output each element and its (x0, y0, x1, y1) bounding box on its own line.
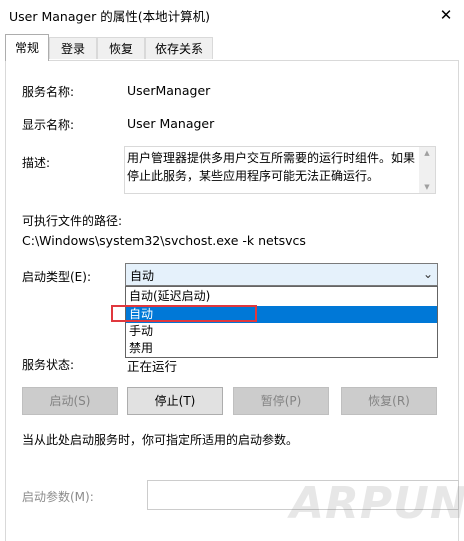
option-auto-delayed[interactable]: 自动(延迟启动) (126, 288, 437, 305)
scroll-up-icon[interactable]: ▲ (419, 147, 435, 159)
start-params-label: 启动参数(M): (22, 490, 94, 504)
display-name-value: User Manager (127, 116, 215, 131)
pause-button[interactable]: 暂停(P) (233, 387, 329, 415)
tab-recovery[interactable]: 恢复 (97, 37, 145, 59)
chevron-down-icon[interactable]: ⌄ (420, 265, 436, 283)
annotation-highlight-box (111, 305, 257, 322)
service-name-value: UserManager (127, 83, 211, 98)
startup-type-dropdown[interactable]: 自动(延迟启动) 自动 手动 禁用 (125, 286, 438, 358)
path-label: 可执行文件的路径: (22, 214, 123, 228)
resume-button[interactable]: 恢复(R) (341, 387, 437, 415)
service-status-label: 服务状态: (22, 358, 75, 372)
description-label: 描述: (22, 156, 51, 170)
path-value: C:\Windows\system32\svchost.exe -k netsv… (22, 233, 306, 248)
display-name-label: 显示名称: (22, 118, 75, 132)
startup-type-selected: 自动 (130, 269, 155, 283)
window-title: User Manager 的属性(本地计算机) (9, 9, 210, 24)
service-name-label: 服务名称: (22, 85, 75, 99)
option-manual[interactable]: 手动 (126, 323, 437, 340)
tab-general[interactable]: 常规 (5, 34, 49, 61)
watermark: ARPUN.COM (290, 478, 464, 529)
close-button[interactable]: ✕ (428, 0, 464, 30)
tab-dependencies[interactable]: 依存关系 (145, 37, 213, 59)
start-params-hint: 当从此处启动服务时，你可指定所适用的启动参数。 (22, 433, 299, 447)
startup-type-select[interactable] (125, 263, 438, 286)
scroll-down-icon[interactable]: ▼ (419, 181, 435, 193)
close-icon: ✕ (439, 6, 453, 24)
description-text: 用户管理器提供多用户交互所需要的运行时组件。如果停止此服务，某些应用程序可能无法… (127, 151, 416, 183)
stop-button[interactable]: 停止(T) (127, 387, 223, 415)
description-scrollbar[interactable]: ▲ ▼ (419, 147, 435, 193)
option-disabled[interactable]: 禁用 (126, 340, 437, 357)
service-status-value: 正在运行 (127, 359, 178, 374)
startup-type-label: 启动类型(E): (22, 270, 91, 284)
tab-login[interactable]: 登录 (49, 37, 97, 59)
start-button[interactable]: 启动(S) (22, 387, 118, 415)
